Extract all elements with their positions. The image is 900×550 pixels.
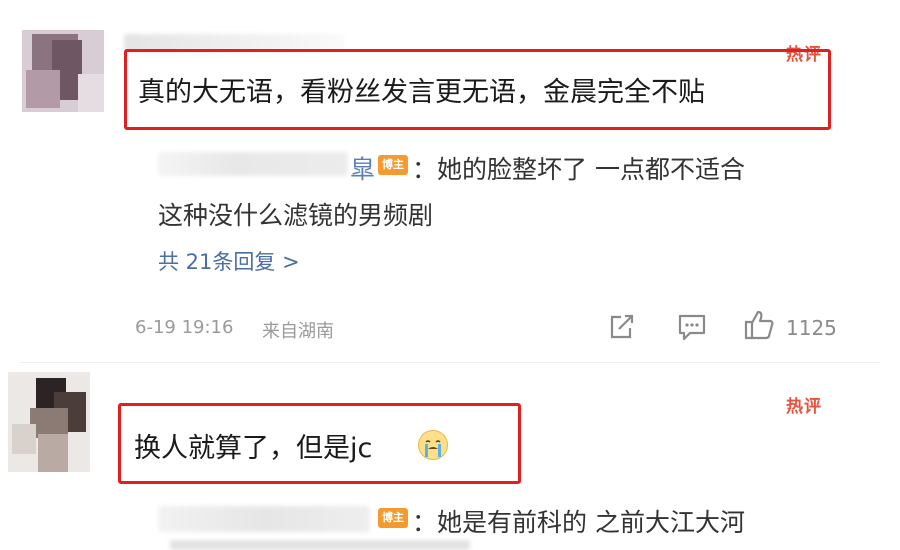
comment-date: 6-19 19:16 bbox=[135, 317, 234, 338]
hot-comment-label: 热评 bbox=[786, 397, 822, 417]
like-icon[interactable] bbox=[742, 308, 776, 342]
avatar[interactable] bbox=[22, 30, 104, 112]
share-icon[interactable] bbox=[606, 312, 636, 342]
reply-author-blurred[interactable] bbox=[158, 506, 370, 532]
comment-icon[interactable] bbox=[676, 312, 708, 342]
reply-author-blurred[interactable] bbox=[158, 152, 348, 176]
reply-text-line1: ：她是有前科的 之前大江大河 bbox=[412, 508, 745, 537]
comment-location: 来自湖南 bbox=[262, 321, 334, 342]
comment-text: 换人就算了，但是jc bbox=[134, 433, 373, 464]
reply-text-line2: 这种没什么滤镜的男频剧 bbox=[158, 201, 434, 230]
divider bbox=[20, 362, 880, 363]
like-count: 1125 bbox=[786, 316, 837, 340]
view-replies-link[interactable]: 共 21条回复 > bbox=[158, 246, 300, 276]
crying-face-icon bbox=[418, 430, 448, 460]
comment-text: 真的大无语，看粉丝发言更无语，金晨完全不贴 bbox=[138, 77, 705, 108]
reply-text-line2-blurred bbox=[170, 540, 470, 550]
author-badge: 博主 bbox=[378, 508, 408, 528]
reply-author-suffix: 皐 bbox=[350, 155, 376, 184]
avatar[interactable] bbox=[8, 372, 90, 472]
reply-text-line1: ：她的脸整坏了 一点都不适合 bbox=[412, 155, 745, 184]
author-badge: 博主 bbox=[378, 155, 408, 175]
